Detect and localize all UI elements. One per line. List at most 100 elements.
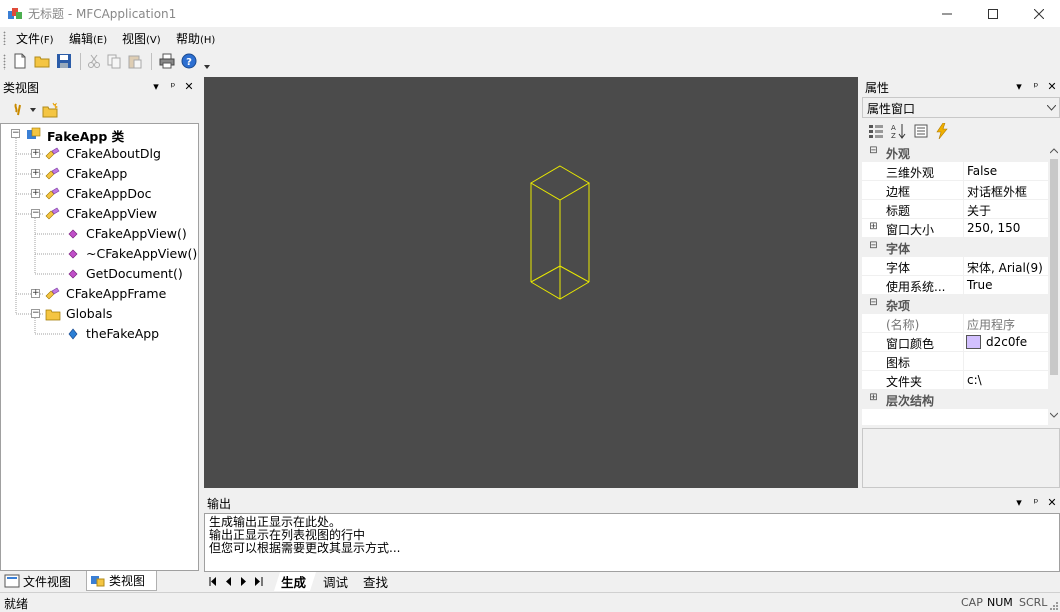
scroll-up-icon[interactable] [1050, 148, 1058, 154]
expand-icon[interactable]: ⊞ [869, 393, 878, 403]
tree-item[interactable]: + CFakeAboutDlg [1, 145, 198, 163]
copy-icon[interactable] [106, 53, 122, 69]
column-divider[interactable] [963, 314, 964, 333]
property-row[interactable]: 字体 宋体, Arial(9) [862, 257, 1048, 276]
cut-icon[interactable] [86, 53, 102, 69]
expand-icon[interactable]: + [31, 289, 40, 298]
expand-icon[interactable]: + [31, 149, 40, 158]
new-folder-icon[interactable] [42, 102, 58, 118]
dropdown-icon[interactable]: ▾ [149, 79, 163, 93]
next-tab-icon[interactable] [241, 577, 247, 586]
menu-view[interactable]: 视图(V) [122, 30, 161, 47]
property-row[interactable]: 文件夹 c:\ [862, 371, 1048, 390]
collapse-icon[interactable]: − [11, 129, 20, 138]
tab-build[interactable]: 生成 [274, 572, 316, 591]
close-icon[interactable]: ✕ [1045, 79, 1059, 93]
property-row[interactable]: 标题 关于 [862, 200, 1048, 219]
expand-icon[interactable]: ⊞ [869, 222, 878, 232]
print-icon[interactable] [159, 53, 175, 69]
property-value[interactable]: 对话框外框 [967, 183, 1027, 200]
property-row[interactable]: (名称) 应用程序 [862, 314, 1048, 333]
tab-class-view[interactable]: 类视图 [86, 571, 157, 591]
tree-subitem[interactable]: CFakeAppView() [1, 225, 198, 243]
property-value[interactable]: 关于 [967, 202, 991, 219]
column-divider[interactable] [963, 276, 964, 295]
first-tab-icon[interactable] [209, 577, 217, 586]
property-value[interactable]: True [967, 278, 993, 292]
property-category[interactable]: ⊞ 层次结构 [862, 390, 1048, 409]
tree-item[interactable]: + CFakeAppDoc [1, 185, 198, 203]
property-row[interactable]: 窗口颜色 d2c0fe [862, 333, 1048, 352]
menu-help[interactable]: 帮助(H) [176, 30, 215, 47]
column-divider[interactable] [963, 219, 964, 238]
view-canvas[interactable] [204, 77, 858, 488]
tree-root[interactable]: − FakeApp 类 [1, 125, 198, 144]
tab-debug[interactable]: 调试 [317, 572, 355, 591]
property-grid-scrollbar[interactable] [1048, 143, 1060, 425]
pin-icon[interactable]: ᵖ [166, 79, 180, 93]
pin-icon[interactable]: ᵖ [1029, 79, 1043, 93]
save-icon[interactable] [56, 53, 72, 69]
column-divider[interactable] [963, 352, 964, 371]
tab-file-view[interactable]: 文件视图 [4, 571, 84, 591]
close-icon[interactable]: ✕ [182, 79, 196, 93]
property-value[interactable]: c:\ [967, 373, 982, 387]
minimize-button[interactable] [924, 0, 970, 27]
categorized-icon[interactable] [868, 123, 884, 139]
dropdown-icon[interactable]: ▾ [1012, 79, 1026, 93]
collapse-icon[interactable]: ⊟ [869, 241, 878, 251]
collapse-icon[interactable]: ⊟ [869, 298, 878, 308]
events-icon[interactable] [935, 123, 949, 139]
tree-item[interactable]: + CFakeAppFrame [1, 285, 198, 303]
menubar-grip[interactable] [3, 31, 6, 45]
output-list[interactable]: 生成输出正显示在此处。 输出正显示在列表视图的行中 但您可以根据需要更改其显示方… [204, 513, 1060, 572]
property-category[interactable]: ⊟ 字体 [862, 238, 1048, 257]
close-button[interactable] [1016, 0, 1060, 27]
property-row[interactable]: ⊞ 窗口大小 250, 150 [862, 219, 1048, 238]
tree-subitem[interactable]: theFakeApp [1, 325, 198, 343]
property-row[interactable]: 三维外观 False [862, 162, 1048, 181]
menu-file[interactable]: 文件(F) [16, 30, 54, 47]
menu-edit[interactable]: 编辑(E) [69, 30, 107, 47]
open-icon[interactable] [34, 53, 50, 69]
collapse-icon[interactable]: − [31, 309, 40, 318]
scrollbar-thumb[interactable] [1050, 159, 1058, 375]
resize-grip-icon[interactable] [1048, 600, 1058, 610]
column-divider[interactable] [963, 257, 964, 276]
property-value[interactable]: d2c0fe [986, 335, 1027, 349]
property-value[interactable]: 250, 150 [967, 221, 1020, 235]
property-row[interactable]: 使用系统... True [862, 276, 1048, 295]
tree-item[interactable]: + CFakeApp [1, 165, 198, 183]
column-divider[interactable] [963, 371, 964, 390]
tab-find[interactable]: 查找 [359, 572, 397, 591]
toolbar-grip[interactable] [3, 54, 6, 70]
scroll-down-icon[interactable] [1050, 412, 1058, 418]
property-value[interactable]: 宋体, Arial(9) [967, 259, 1043, 276]
tree-subitem[interactable]: GetDocument() [1, 265, 198, 283]
sort-dropdown-icon[interactable] [30, 108, 36, 112]
property-value[interactable]: 应用程序 [967, 316, 1015, 333]
dropdown-icon[interactable]: ▾ [1012, 495, 1026, 509]
property-row[interactable]: 图标 [862, 352, 1048, 371]
prev-tab-icon[interactable] [225, 577, 231, 586]
column-divider[interactable] [963, 200, 964, 219]
tree-item[interactable]: − Globals [1, 305, 198, 323]
collapse-icon[interactable]: ⊟ [869, 146, 878, 156]
help-icon[interactable]: ? [181, 53, 197, 69]
properties-object-combo[interactable]: 属性窗口 [862, 97, 1060, 118]
pin-icon[interactable]: ᵖ [1029, 495, 1043, 509]
property-category[interactable]: ⊟ 杂项 [862, 295, 1048, 314]
last-tab-icon[interactable] [255, 577, 263, 586]
column-divider[interactable] [963, 333, 964, 352]
expand-icon[interactable]: + [31, 169, 40, 178]
property-category[interactable]: ⊟ 外观 [862, 143, 1048, 162]
expand-icon[interactable]: + [31, 189, 40, 198]
column-divider[interactable] [963, 162, 964, 181]
tree-item[interactable]: − CFakeAppView [1, 205, 198, 223]
sort-alpha-icon[interactable]: AZ [890, 122, 906, 140]
maximize-button[interactable] [970, 0, 1016, 27]
new-icon[interactable] [12, 53, 28, 69]
paste-icon[interactable] [127, 53, 143, 69]
collapse-icon[interactable]: − [31, 209, 40, 218]
toolbar-overflow-icon[interactable] [203, 63, 211, 71]
